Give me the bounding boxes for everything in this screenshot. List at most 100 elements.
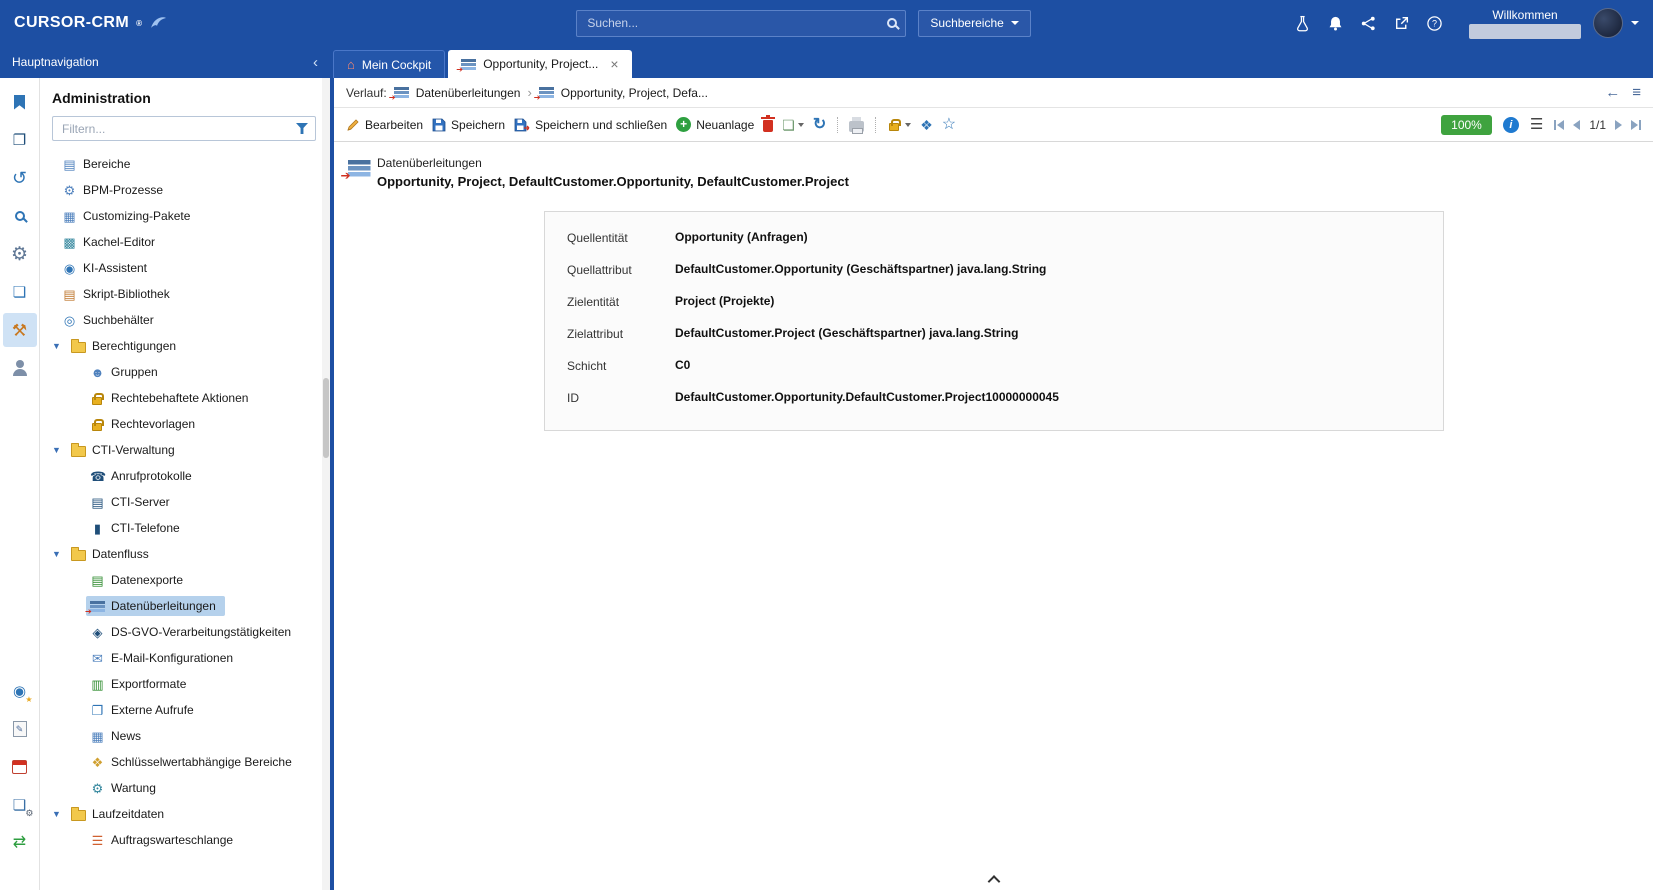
notifications-bell-icon[interactable] (1326, 14, 1344, 32)
sidebar-item-gruppen[interactable]: ☻Gruppen (40, 359, 330, 385)
sidebar-item-e-mail-konfigurationen[interactable]: ✉E-Mail-Konfigurationen (40, 645, 330, 671)
sidebar-item-anrufprotokolle[interactable]: ☎Anrufprotokolle (40, 463, 330, 489)
ai-icon: ◉ (62, 262, 77, 275)
sidebar-item-schl-sselwertabh-ngige-bereiche[interactable]: ❖Schlüsselwertabhängige Bereiche (40, 749, 330, 775)
exportfmt-icon: ▥ (90, 678, 105, 691)
settings-gear-icon[interactable]: ⚙ (3, 237, 37, 271)
chevron-down-icon[interactable]: ▼ (52, 341, 67, 351)
sidebar-item-rechtebehaftete-aktionen[interactable]: Rechtebehaftete Aktionen (40, 385, 330, 411)
chevron-down-icon (798, 123, 804, 127)
export-icon: ▤ (90, 574, 105, 587)
sidebar-item-cti-server[interactable]: ▤CTI-Server (40, 489, 330, 515)
global-search-input[interactable] (585, 15, 887, 31)
link-record-button[interactable]: ❖ (920, 118, 933, 132)
search-areas-button[interactable]: Suchbereiche (918, 10, 1030, 37)
sidebar-item-cti-verwaltung[interactable]: ▼CTI-Verwaltung (40, 437, 330, 463)
sidebar-item-datenfluss[interactable]: ▼Datenfluss (40, 541, 330, 567)
breadcrumb-item-datenueberleitungen[interactable]: Datenüberleitungen (416, 86, 521, 100)
save-button[interactable]: Speichern (432, 118, 505, 132)
tab-mein-cockpit[interactable]: ⌂ Mein Cockpit (333, 50, 445, 78)
notes-icon[interactable]: ✎ (3, 712, 37, 746)
sidebar-item-laufzeitdaten[interactable]: ▼Laufzeitdaten (40, 801, 330, 827)
lock-button[interactable] (887, 118, 911, 131)
field-row: Zielattribut DefaultCustomer.Project (Ge… (567, 326, 1421, 341)
server-icon: ▤ (90, 496, 105, 509)
collapse-sidebar-icon[interactable]: ‹ (313, 55, 318, 70)
sidebar-item-suchbeh-lter[interactable]: ◎Suchbehälter (40, 307, 330, 333)
sidebar-item-wartung[interactable]: ⚙Wartung (40, 775, 330, 801)
last-record-button[interactable] (1631, 120, 1641, 130)
zoom-badge[interactable]: 100% (1441, 115, 1492, 135)
collapse-panel-chevron-icon[interactable] (987, 875, 1000, 888)
sidebar-item-cti-telefone[interactable]: ▮CTI-Telefone (40, 515, 330, 541)
refresh-button[interactable]: ↻ (813, 117, 826, 133)
favorites-eye-icon[interactable]: ◉★ (3, 674, 37, 708)
user-menu-chevron-icon[interactable] (1631, 21, 1639, 25)
topbar-icons: ? (1293, 14, 1443, 32)
sidebar-item-kachel-editor[interactable]: ▩Kachel-Editor (40, 229, 330, 255)
save-close-button[interactable]: Speichern und schließen (514, 118, 667, 132)
calendar-icon[interactable] (3, 750, 37, 784)
lab-flask-icon[interactable] (1293, 14, 1311, 32)
sidebar-item-ds-gvo-verarbeitungst-tigkeiten[interactable]: ◈DS-GVO-Verarbeitungstätigkeiten (40, 619, 330, 645)
delete-button[interactable] (763, 117, 773, 132)
previous-record-button[interactable] (1573, 120, 1580, 130)
history-icon[interactable]: ↺ (3, 161, 37, 195)
share-icon[interactable] (1359, 14, 1377, 32)
edit-button[interactable]: Bearbeiten (346, 118, 423, 132)
scrollbar-thumb[interactable] (323, 378, 329, 458)
admin-tools-icon[interactable]: ⚒ (3, 313, 37, 347)
print-button (849, 117, 864, 132)
trash-icon (763, 120, 773, 132)
search-edit-icon[interactable] (3, 199, 37, 233)
tab-opportunity-project[interactable]: Opportunity, Project... × (448, 50, 631, 78)
chevron-down-icon[interactable]: ▼ (52, 549, 67, 559)
folder-icon (71, 446, 86, 457)
app-window: CURSOR-CRM® Suchbereiche ? (0, 0, 1653, 890)
sidebar-item-rechtevorlagen[interactable]: Rechtevorlagen (40, 411, 330, 437)
tiles-icon: ▩ (62, 236, 77, 249)
sidebar-item-berechtigungen[interactable]: ▼Berechtigungen (40, 333, 330, 359)
separator (875, 117, 876, 133)
document-icon[interactable]: ❏ (3, 275, 37, 309)
sidebar-item-daten-berleitungen[interactable]: Datenüberleitungen (40, 593, 330, 619)
sidebar-item-customizing-pakete[interactable]: ▦Customizing-Pakete (40, 203, 330, 229)
back-arrow-icon[interactable]: ← (1605, 84, 1620, 101)
document-settings-icon[interactable]: ❏⚙ (3, 788, 37, 822)
chevron-down-icon[interactable]: ▼ (52, 809, 67, 819)
avatar[interactable] (1593, 8, 1623, 38)
sidebar-item-news[interactable]: ▦News (40, 723, 330, 749)
sidebar-item-exportformate[interactable]: ▥Exportformate (40, 671, 330, 697)
person-icon[interactable] (3, 351, 37, 385)
sidebar-item-skript-bibliothek[interactable]: ▤Skript-Bibliothek (40, 281, 330, 307)
chevron-down-icon[interactable]: ▼ (52, 445, 67, 455)
next-record-button[interactable] (1615, 120, 1622, 130)
field-row: Schicht C0 (567, 358, 1421, 373)
transfer-icon (90, 601, 105, 612)
sidebar-item-bpm-prozesse[interactable]: ⚙BPM-Prozesse (40, 177, 330, 203)
sidebar-item-auftragswarteschlange[interactable]: ☰Auftragswarteschlange (40, 827, 330, 853)
close-icon[interactable]: × (610, 57, 618, 71)
windows-icon[interactable]: ❐ (3, 123, 37, 157)
sidebar-item-bereiche[interactable]: ▤Bereiche (40, 151, 330, 177)
bookmark-icon[interactable] (3, 85, 37, 119)
sidebar-item-datenexporte[interactable]: ▤Datenexporte (40, 567, 330, 593)
image-export-button[interactable]: ❏ (782, 118, 804, 132)
hamburger-menu-icon[interactable]: ☰ (1530, 117, 1543, 132)
first-record-button[interactable] (1554, 120, 1564, 130)
device-icon: ▮ (90, 522, 105, 535)
search-icon[interactable] (887, 18, 897, 28)
nav-scrollbar[interactable] (322, 78, 330, 890)
help-icon[interactable]: ? (1425, 14, 1443, 32)
panel-menu-icon[interactable]: ≡ (1632, 84, 1641, 101)
breadcrumb-item-opportunity-project[interactable]: Opportunity, Project, Defa... (561, 86, 708, 100)
sidebar-item-externe-aufrufe[interactable]: ❐Externe Aufrufe (40, 697, 330, 723)
filter-funnel-icon[interactable] (296, 123, 308, 134)
sidebar-item-ki-assistent[interactable]: ◉KI-Assistent (40, 255, 330, 281)
favorite-button[interactable]: ☆ (942, 117, 956, 133)
sync-icon[interactable]: ⇄ (3, 826, 37, 860)
open-external-icon[interactable] (1392, 14, 1410, 32)
info-icon[interactable]: i (1503, 117, 1519, 133)
tree-filter-input[interactable] (60, 121, 296, 137)
new-record-button[interactable]: + Neuanlage (676, 117, 754, 132)
